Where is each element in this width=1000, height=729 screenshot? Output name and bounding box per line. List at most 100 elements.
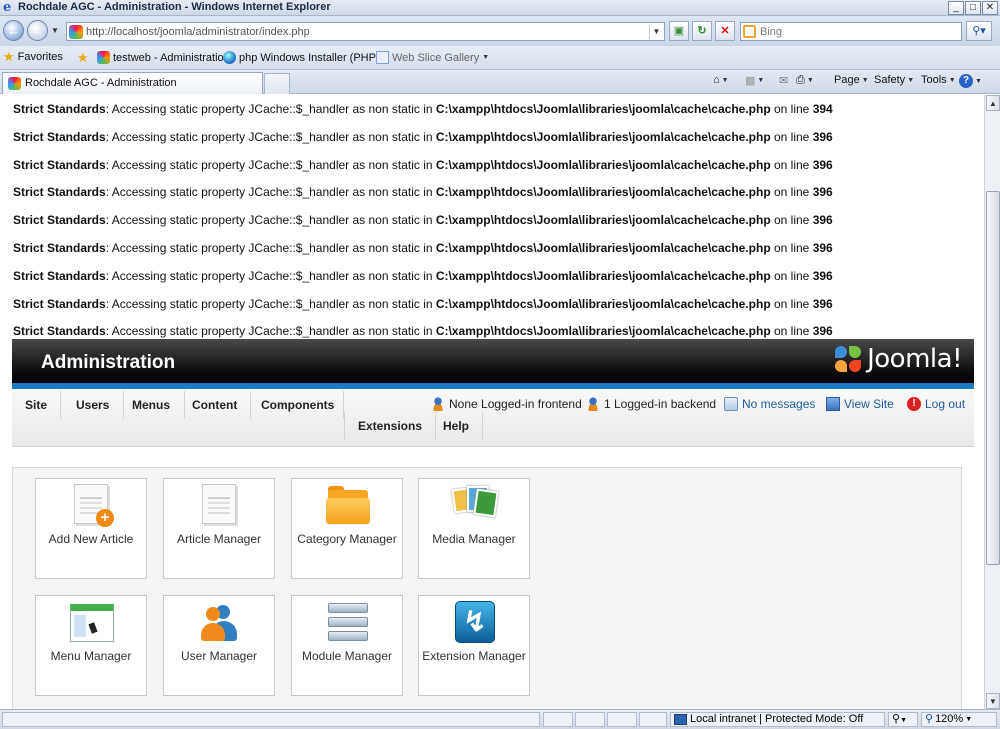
tab-rochdale-admin[interactable]: Rochdale AGC - Administration: [2, 72, 263, 94]
zoom-button[interactable]: ⚲ 120% ▼: [921, 712, 997, 727]
read-mail-button[interactable]: ✉: [779, 74, 788, 87]
page-menu[interactable]: Page ▼: [834, 74, 869, 86]
error-on-line: on line: [770, 185, 813, 200]
scroll-down-button[interactable]: ▼: [986, 693, 1000, 709]
favorite-link-web-slice-gallery[interactable]: Web Slice Gallery ▼: [376, 51, 489, 64]
error-list: Strict Standards: Accessing static prope…: [0, 95, 984, 352]
menu-content[interactable]: Content: [179, 391, 252, 419]
close-window-button[interactable]: ✕: [982, 1, 998, 15]
error-on-line: on line: [770, 268, 813, 283]
new-tab-button[interactable]: [264, 73, 290, 94]
error-on-line: on line: [770, 240, 813, 255]
add-to-favorites-icon[interactable]: ★: [77, 51, 89, 64]
page-content: Strict Standards: Accessing static prope…: [0, 95, 984, 709]
recent-pages-dropdown[interactable]: ▼: [51, 26, 59, 35]
compatibility-view-button[interactable]: ▣: [669, 21, 689, 41]
menu-help[interactable]: Help: [430, 412, 484, 440]
help-menu[interactable]: ? ▼: [959, 74, 982, 88]
article-manager-tile[interactable]: Article Manager: [163, 478, 275, 579]
error-message: : Accessing static property JCache::$_ha…: [105, 240, 436, 255]
error-file-path: C:\xampp\htdocs\Joomla\libraries\joomla\…: [435, 157, 771, 172]
security-zone[interactable]: Local intranet | Protected Mode: Off: [670, 712, 885, 727]
media-manager-tile[interactable]: Media Manager: [418, 478, 530, 579]
monitor-icon: [826, 397, 840, 411]
favorite-link-php-installer[interactable]: php Windows Installer (PHP ...: [223, 51, 388, 64]
browser-status-bar: Local intranet | Protected Mode: Off ⚲▼ …: [0, 709, 1000, 729]
users-icon: [198, 601, 242, 645]
view-site-link[interactable]: View Site: [826, 397, 894, 411]
error-file-path: C:\xampp\htdocs\Joomla\libraries\joomla\…: [435, 240, 771, 255]
error-line: Strict Standards: Accessing static prope…: [13, 158, 984, 186]
logout-icon: !: [907, 397, 921, 411]
url-input[interactable]: [86, 24, 646, 39]
tools-menu[interactable]: Tools ▼: [921, 74, 956, 86]
messages-link[interactable]: No messages: [724, 397, 815, 411]
vertical-scrollbar[interactable]: ▲ ▼: [984, 95, 1000, 709]
joomla-logo-icon: [833, 344, 863, 374]
help-icon: ?: [959, 74, 973, 88]
module-icon: [326, 601, 370, 645]
maximize-button[interactable]: □: [965, 1, 981, 15]
search-box[interactable]: [740, 22, 962, 41]
chevron-down-icon: ▼: [482, 54, 490, 61]
extension-manager-tile[interactable]: ↯ Extension Manager: [418, 595, 530, 696]
add-new-article-tile[interactable]: + Add New Article: [35, 478, 147, 579]
error-line: Strict Standards: Accessing static prope…: [13, 185, 984, 213]
error-on-line: on line: [770, 296, 813, 311]
search-input[interactable]: [760, 24, 955, 39]
user-icon: [586, 397, 600, 411]
error-file-path: C:\xampp\htdocs\Joomla\libraries\joomla\…: [435, 185, 771, 200]
error-line: Strict Standards: Accessing static prope…: [13, 213, 984, 241]
favorite-link-testweb[interactable]: testweb - Administration: [97, 51, 230, 64]
home-button[interactable]: ⌂ ▼: [713, 74, 729, 86]
status-cell: [607, 712, 637, 727]
tile-label: Module Manager: [301, 649, 393, 663]
back-button[interactable]: ←: [3, 20, 24, 41]
address-bar[interactable]: ▼: [66, 22, 665, 41]
menu-components[interactable]: Components: [248, 391, 344, 419]
error-file-path: C:\xampp\htdocs\Joomla\libraries\joomla\…: [435, 296, 771, 311]
error-on-line: on line: [770, 157, 813, 172]
favorites-button[interactable]: ★ Favorites: [3, 50, 63, 63]
search-button[interactable]: ⚲▾: [966, 21, 992, 41]
joomla-admin-header: Administration Joomla!: [12, 339, 974, 389]
minimize-button[interactable]: _: [948, 1, 964, 15]
message-icon: [724, 397, 738, 411]
category-manager-tile[interactable]: Category Manager: [291, 478, 403, 579]
favorite-link-label: php Windows Installer (PHP ...: [239, 51, 388, 64]
scroll-up-button[interactable]: ▲: [986, 95, 1000, 111]
error-line-number: 396: [812, 324, 833, 339]
frontend-users-label: None Logged-in frontend: [449, 397, 582, 411]
address-dropdown-icon[interactable]: ▼: [649, 24, 663, 39]
zoom-level: 120%: [935, 713, 964, 725]
joomla-favicon-icon: [69, 25, 83, 39]
menu-site[interactable]: Site: [12, 391, 62, 419]
logout-link[interactable]: ! Log out: [907, 397, 965, 411]
scroll-thumb[interactable]: [986, 191, 1000, 565]
stop-button[interactable]: ✕: [715, 21, 735, 41]
user-manager-tile[interactable]: User Manager: [163, 595, 275, 696]
protected-mode-button[interactable]: ⚲▼: [888, 712, 918, 727]
joomla-logo-text: Joomla!: [867, 344, 962, 374]
forward-button[interactable]: →: [27, 20, 48, 41]
menu-menus[interactable]: Menus: [118, 391, 186, 419]
zoom-icon: ⚲: [925, 713, 934, 725]
web-slice-icon: [376, 51, 389, 64]
error-line-number: 396: [812, 157, 833, 172]
favorites-star-icon: ★: [3, 49, 15, 64]
print-button[interactable]: ⎙ ▼: [796, 74, 814, 87]
feeds-button[interactable]: ▩ ▼: [745, 74, 764, 87]
mail-icon: ✉: [779, 75, 789, 87]
menu-users[interactable]: Users: [62, 391, 125, 419]
menu-extensions[interactable]: Extensions: [344, 412, 437, 440]
joomla-menu-bar: Site Users Menus Content Components Exte…: [12, 391, 974, 447]
extension-icon: ↯: [453, 601, 497, 645]
logout-label: Log out: [925, 397, 966, 411]
error-line-number: 394: [812, 102, 833, 116]
safety-menu[interactable]: Safety ▼: [874, 74, 914, 86]
tile-label: Category Manager: [297, 532, 397, 546]
module-manager-tile[interactable]: Module Manager: [291, 595, 403, 696]
menu-manager-tile[interactable]: Menu Manager: [35, 595, 147, 696]
error-message: : Accessing static property JCache::$_ha…: [105, 296, 436, 311]
refresh-button[interactable]: ↻: [692, 21, 712, 41]
